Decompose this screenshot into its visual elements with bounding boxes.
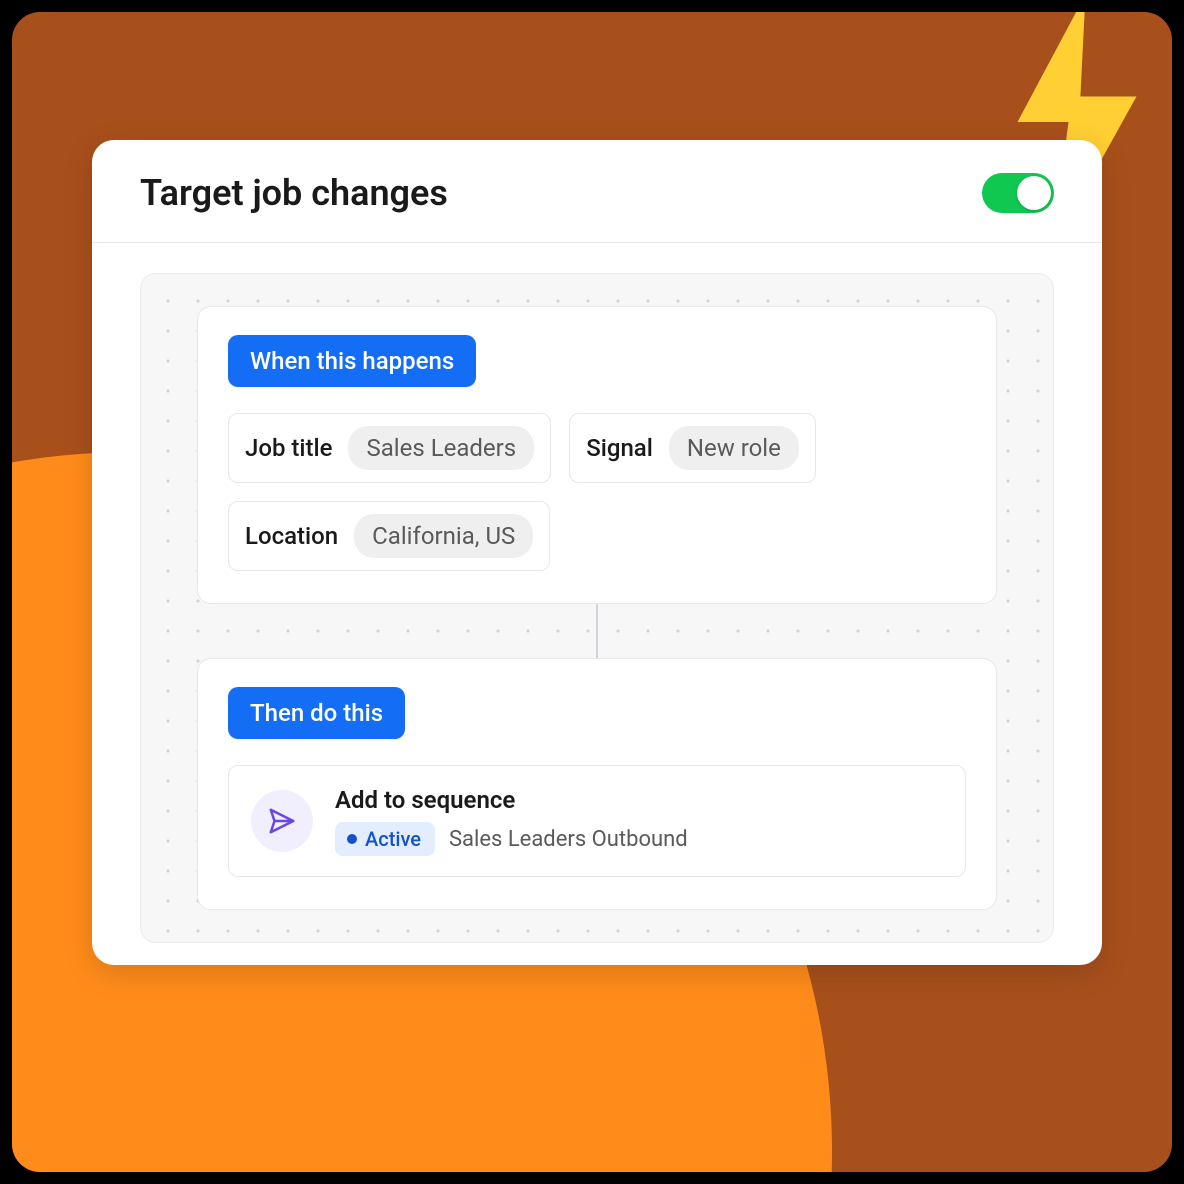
filter-signal[interactable]: Signal New role <box>569 413 816 483</box>
action-title: Add to sequence <box>335 786 688 814</box>
filter-name: Job title <box>245 434 332 462</box>
filter-location[interactable]: Location California, US <box>228 501 550 571</box>
decorative-backdrop: Target job changes When this happens Job… <box>12 12 1172 1172</box>
action-meta: Active Sales Leaders Outbound <box>335 822 688 856</box>
card-body: When this happens Job title Sales Leader… <box>92 243 1102 973</box>
send-icon <box>267 806 297 836</box>
step-connector <box>596 604 598 658</box>
filter-value: Sales Leaders <box>348 426 534 470</box>
sequence-name: Sales Leaders Outbound <box>449 827 688 852</box>
filter-name: Signal <box>586 434 653 462</box>
status-badge: Active <box>335 822 435 856</box>
action-row[interactable]: Add to sequence Active Sales Leaders Out… <box>228 765 966 877</box>
trigger-label: When this happens <box>228 335 476 387</box>
filter-value: California, US <box>354 514 533 558</box>
workflow-canvas: When this happens Job title Sales Leader… <box>140 273 1054 943</box>
filter-job-title[interactable]: Job title Sales Leaders <box>228 413 551 483</box>
status-dot-icon <box>347 834 357 844</box>
action-icon-wrap <box>251 790 313 852</box>
enable-toggle[interactable] <box>982 173 1054 213</box>
card-title: Target job changes <box>140 172 448 214</box>
action-body: Add to sequence Active Sales Leaders Out… <box>335 786 688 856</box>
filter-value: New role <box>669 426 799 470</box>
trigger-step: When this happens Job title Sales Leader… <box>197 306 997 604</box>
card-header: Target job changes <box>92 140 1102 243</box>
filter-row: Job title Sales Leaders Signal New role … <box>228 413 966 571</box>
filter-name: Location <box>245 522 338 550</box>
action-step: Then do this Add to sequence <box>197 658 997 910</box>
toggle-knob <box>1017 176 1051 210</box>
status-text: Active <box>365 827 421 851</box>
action-label: Then do this <box>228 687 405 739</box>
workflow-card: Target job changes When this happens Job… <box>92 140 1102 965</box>
